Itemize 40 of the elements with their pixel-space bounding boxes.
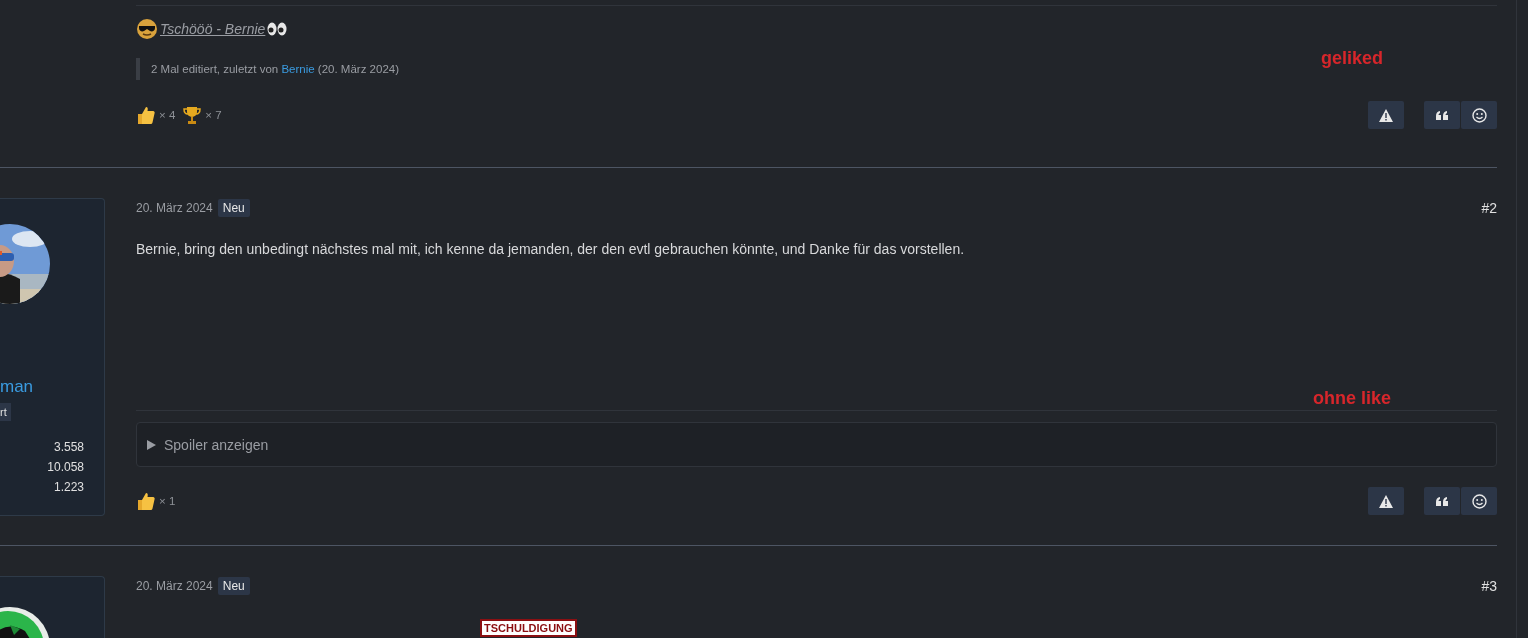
warning-icon (1379, 108, 1393, 122)
thumbs-up-icon[interactable] (136, 491, 156, 511)
post-text: Bernie, bring den unbedingt nächstes mal mit, ich kenne da jemanden, der den evtl gebrauchen könnte, und Danke für das vorstellen. (136, 241, 966, 257)
stat-value: 10.058 (47, 460, 84, 474)
post-number[interactable]: #2 (1481, 200, 1497, 216)
triangle-icon (147, 439, 156, 450)
new-badge: Neu (217, 577, 250, 595)
reaction-count: × 7 (205, 109, 222, 121)
report-button[interactable] (1368, 101, 1404, 129)
signature-link[interactable]: Tschööö - Bernie (160, 21, 266, 37)
user-link[interactable]: Bernie (281, 63, 315, 75)
annotation-label: geliked (1320, 48, 1383, 69)
post-date[interactable]: 20. März 2024 (136, 579, 213, 593)
eyes-emoji-icon (267, 21, 288, 37)
react-button[interactable] (1461, 487, 1497, 515)
react-button[interactable] (1461, 101, 1497, 129)
warning-icon (1379, 494, 1393, 508)
user-title-badge: rt (0, 403, 11, 421)
new-badge: Neu (217, 199, 250, 217)
stat-value: 1.223 (53, 480, 84, 494)
trophy-icon[interactable] (182, 105, 203, 125)
sticker-image: TSCHULDIGUNG (480, 619, 577, 637)
post-number[interactable]: #3 (1481, 578, 1497, 594)
thumbs-up-icon[interactable] (136, 105, 156, 125)
spoiler-toggle[interactable]: Spoiler anzeigen (136, 422, 1497, 467)
smiley-icon (1471, 493, 1487, 509)
reaction-count: × 4 (159, 109, 176, 121)
quote-icon (1436, 496, 1448, 506)
quote-button[interactable] (1424, 487, 1460, 515)
reaction-count: × 1 (159, 495, 176, 507)
report-button[interactable] (1368, 487, 1404, 515)
quote-icon (1436, 110, 1448, 120)
stat-value: 3.558 (53, 440, 84, 454)
quote-button[interactable] (1424, 101, 1460, 129)
sunglasses-emoji-icon (136, 18, 158, 40)
smiley-icon (1471, 107, 1487, 123)
post-date[interactable]: 20. März 2024 (136, 201, 213, 215)
author-name[interactable]: man (0, 377, 104, 397)
annotation-label: ohne like (1312, 388, 1391, 409)
edit-note: 2 Mal editiert, zuletzt von Bernie (20. März 2024) (136, 58, 411, 80)
